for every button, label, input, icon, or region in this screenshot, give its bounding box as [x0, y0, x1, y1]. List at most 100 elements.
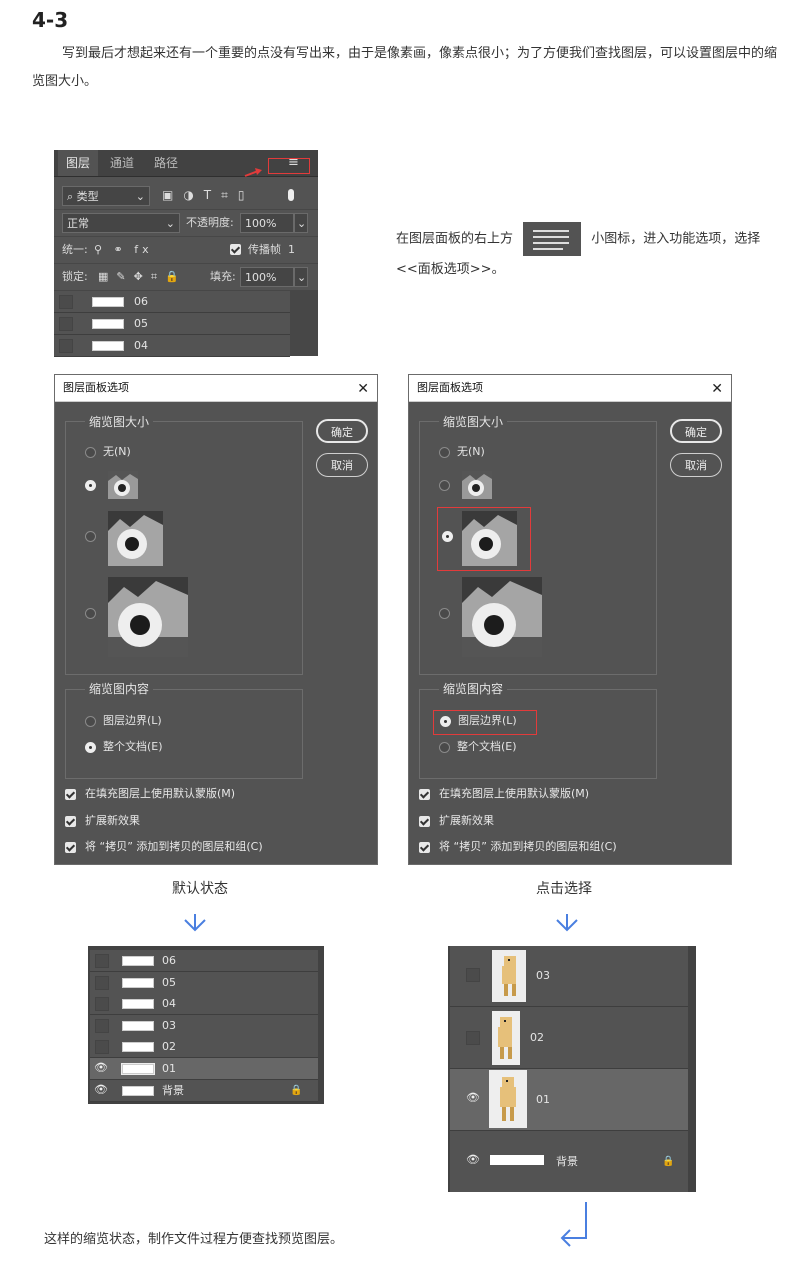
- layer-row[interactable]: 02: [90, 1036, 318, 1058]
- sunflower-thumb-small: [462, 471, 492, 499]
- opacity-dropdown-icon[interactable]: ⌄: [294, 213, 308, 233]
- layer-row[interactable]: 03: [450, 946, 688, 1007]
- layer-name: 01: [162, 1062, 176, 1075]
- caption-click-select: 点击选择: [536, 881, 592, 897]
- close-icon[interactable]: ✕: [711, 376, 723, 402]
- radio-large[interactable]: [439, 608, 450, 619]
- red-pointer-arrow: [244, 167, 264, 177]
- fill-label: 填充:: [210, 270, 236, 283]
- radio-layer-bounds[interactable]: [440, 716, 451, 727]
- filter-toggle-icon[interactable]: [288, 189, 294, 201]
- lock-icons[interactable]: ▦✎✥⌗🔒: [98, 264, 187, 290]
- visibility-toggle[interactable]: [95, 954, 109, 968]
- menu-icon-sample: [523, 222, 582, 256]
- dialog-title: 图层面板选项: [63, 381, 129, 394]
- cancel-button[interactable]: 取消: [316, 453, 368, 477]
- layer-row-selected[interactable]: 👁 01: [450, 1069, 688, 1131]
- visibility-toggle[interactable]: [466, 1031, 480, 1045]
- filter-kind-select[interactable]: ⌕ 类型 ⌄: [62, 186, 150, 206]
- layer-thumbnail: [121, 1063, 155, 1075]
- layers-list-default: 06 05 04 03 02 👁 01 👁 背景 🔒: [88, 946, 324, 1104]
- radio-large[interactable]: [85, 608, 96, 619]
- eye-icon[interactable]: 👁: [94, 1083, 108, 1096]
- cancel-button[interactable]: 取消: [670, 453, 722, 477]
- default-mask-label: 在填充图层上使用默认蒙版(M): [439, 787, 590, 800]
- layer-row[interactable]: 05: [54, 313, 290, 335]
- ok-button[interactable]: 确定: [316, 419, 368, 443]
- filter-row: ⌕ 类型 ⌄ ▣◑T⌗▯: [54, 183, 318, 210]
- propagate-checkbox[interactable]: [230, 244, 241, 255]
- opacity-input[interactable]: 100%: [240, 213, 294, 233]
- eye-icon[interactable]: 👁: [94, 1061, 108, 1074]
- eye-icon[interactable]: 👁: [466, 1153, 480, 1166]
- section-heading: 4-3: [32, 8, 69, 32]
- lock-label: 锁定:: [62, 270, 88, 283]
- tab-paths[interactable]: 路径: [146, 150, 186, 176]
- expand-effects-label: 扩展新效果: [85, 814, 140, 827]
- return-arrow-icon: [556, 1200, 592, 1256]
- expand-effects-checkbox[interactable]: [419, 816, 430, 827]
- panel-scrollbar[interactable]: [290, 291, 318, 356]
- radio-entire-doc[interactable]: [439, 742, 450, 753]
- tab-layers[interactable]: 图层: [58, 150, 99, 176]
- visibility-toggle[interactable]: [95, 997, 109, 1011]
- ok-button[interactable]: 确定: [670, 419, 722, 443]
- unify-label: 统一:: [62, 243, 88, 256]
- layer-bounds-label: 图层边界(L): [458, 714, 517, 727]
- sunflower-thumb-small: [108, 471, 138, 499]
- radio-none-label: 无(N): [457, 445, 485, 458]
- visibility-toggle[interactable]: [95, 1019, 109, 1033]
- radio-none[interactable]: [439, 447, 450, 458]
- visibility-toggle[interactable]: [59, 317, 73, 331]
- propagate-value: 1: [288, 243, 295, 256]
- layer-thumbnail: [122, 1021, 154, 1031]
- layer-row-background[interactable]: 👁 背景 🔒: [450, 1131, 688, 1192]
- visibility-toggle[interactable]: [59, 339, 73, 353]
- layer-row[interactable]: 05: [90, 972, 318, 994]
- radio-small[interactable]: [85, 480, 96, 491]
- layer-name: 背景: [556, 1155, 578, 1168]
- layer-thumbnail: [92, 319, 124, 329]
- footer-text: 这样的缩览状态，制作文件过程方便查找预览图层。: [44, 1232, 344, 1247]
- layer-row-selected[interactable]: 👁 01: [90, 1058, 318, 1080]
- close-icon[interactable]: ✕: [357, 376, 369, 402]
- fill-dropdown-icon[interactable]: ⌄: [294, 267, 308, 287]
- blend-mode-select[interactable]: 正常 ⌄: [62, 213, 180, 233]
- visibility-toggle[interactable]: [466, 968, 480, 982]
- intro-text: 写到最后才想起来还有一个重要的点没有写出来，由于是像素画，像素点很小；为了方便我…: [32, 46, 778, 89]
- default-mask-checkbox[interactable]: [419, 789, 430, 800]
- add-copy-checkbox[interactable]: [65, 842, 76, 853]
- entire-doc-label: 整个文档(E): [103, 740, 163, 753]
- tab-channels[interactable]: 通道: [102, 150, 142, 176]
- radio-medium[interactable]: [85, 531, 96, 542]
- radio-medium[interactable]: [442, 531, 453, 542]
- layer-row[interactable]: 04: [90, 993, 318, 1015]
- visibility-toggle[interactable]: [59, 295, 73, 309]
- layer-row[interactable]: 04: [54, 335, 290, 357]
- radio-none[interactable]: [85, 447, 96, 458]
- unify-icons[interactable]: ⚲ ⚭ fx: [94, 237, 153, 263]
- radio-layer-bounds[interactable]: [85, 716, 96, 727]
- radio-entire-doc[interactable]: [85, 742, 96, 753]
- sunflower-thumb-medium: [108, 511, 163, 566]
- layer-row[interactable]: 06: [54, 291, 290, 313]
- filter-icons[interactable]: ▣◑T⌗▯: [162, 188, 255, 203]
- radio-small[interactable]: [439, 480, 450, 491]
- expand-effects-checkbox[interactable]: [65, 816, 76, 827]
- visibility-toggle[interactable]: [95, 1040, 109, 1054]
- layer-row[interactable]: 02: [450, 1007, 688, 1069]
- sunflower-thumb-medium: [462, 511, 517, 566]
- eye-icon[interactable]: 👁: [466, 1091, 480, 1104]
- add-copy-checkbox[interactable]: [419, 842, 430, 853]
- layer-row-background[interactable]: 👁 背景 🔒: [90, 1080, 318, 1102]
- visibility-toggle[interactable]: [95, 976, 109, 990]
- sunflower-thumb-large: [462, 577, 542, 657]
- thumb-content-label: 缩览图内容: [439, 682, 508, 696]
- layer-row[interactable]: 06: [90, 950, 318, 972]
- default-mask-checkbox[interactable]: [65, 789, 76, 800]
- fill-input[interactable]: 100%: [240, 267, 294, 287]
- thumb-content-group: [65, 689, 303, 779]
- layer-row[interactable]: 03: [90, 1015, 318, 1037]
- lock-icon: 🔒: [662, 1156, 675, 1167]
- layer-name: 03: [162, 1019, 176, 1032]
